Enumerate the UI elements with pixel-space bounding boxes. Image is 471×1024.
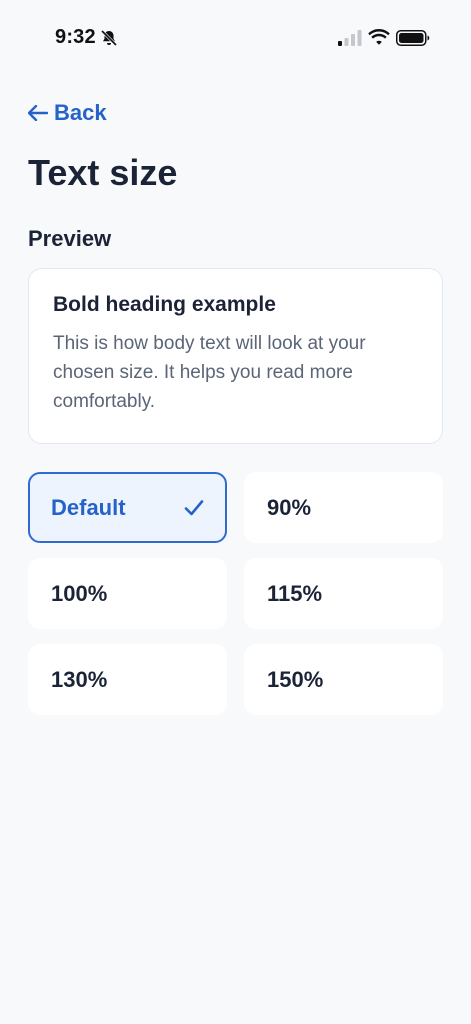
wifi-icon <box>368 29 390 45</box>
option-label: 100% <box>51 580 108 606</box>
section-label-preview: Preview <box>28 226 112 251</box>
option-default[interactable]: Default <box>28 472 227 543</box>
preview-heading: Bold heading example <box>53 293 276 316</box>
back-label: Back <box>54 100 107 125</box>
bell-off-icon <box>100 29 118 47</box>
option-150[interactable]: 150% <box>244 644 443 715</box>
option-115[interactable]: 115% <box>244 558 443 629</box>
option-label: 90% <box>267 494 312 520</box>
preview-card: Bold heading example This is how body te… <box>28 268 443 444</box>
option-100[interactable]: 100% <box>28 558 227 629</box>
arrow-left-icon <box>28 105 48 121</box>
signal-icon <box>338 30 362 46</box>
option-label: 130% <box>51 666 108 692</box>
checkmark-icon <box>184 499 204 515</box>
option-130[interactable]: 130% <box>28 644 227 715</box>
text-size-screen: 9:32 Back Text size Preview Bold heading… <box>0 0 471 1024</box>
option-label: 150% <box>267 666 324 692</box>
status-time: 9:32 <box>55 26 96 48</box>
option-90[interactable]: 90% <box>244 472 443 543</box>
preview-body: This is how body text will look at your … <box>53 333 366 412</box>
battery-icon <box>396 30 430 46</box>
option-label: Default <box>51 494 126 520</box>
status-bar: 9:32 <box>0 0 471 76</box>
option-label: 115% <box>267 580 323 606</box>
page-title: Text size <box>28 152 178 193</box>
text-size-options: Default 90% 100% 115% 130% 150% <box>28 472 443 715</box>
back-button[interactable]: Back <box>28 100 107 126</box>
